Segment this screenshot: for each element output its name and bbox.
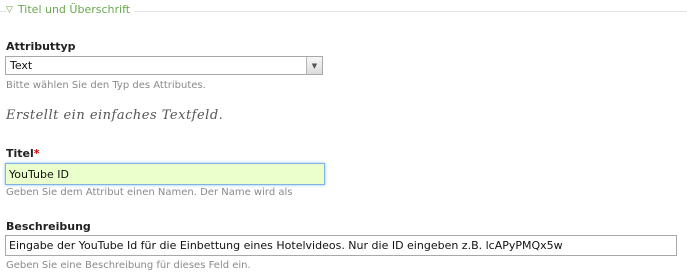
attribute-type-select[interactable]: Text ▼ — [5, 56, 323, 75]
dropdown-arrow-icon[interactable]: ▼ — [306, 57, 322, 74]
title-field-help: Geben Sie dem Attribut einen Namen. Der … — [6, 187, 293, 198]
collapse-triangle-icon[interactable]: ▽ — [6, 5, 13, 15]
fieldset-legend-label[interactable]: Titel und Überschrift — [18, 3, 130, 16]
attribute-type-label: Attributtyp — [6, 40, 76, 53]
required-asterisk: * — [33, 147, 40, 160]
title-field-label: Titel* — [6, 147, 40, 160]
attribute-type-help: Bitte wählen Sie den Typ des Attributes. — [6, 80, 206, 91]
description-field-help: Geben Sie eine Beschreibung für dieses F… — [6, 260, 251, 271]
description-input[interactable] — [5, 235, 677, 256]
title-input[interactable] — [5, 163, 325, 185]
fieldset-legend[interactable]: ▽ Titel und Überschrift — [6, 3, 135, 16]
title-label-text: Titel — [6, 147, 34, 160]
attribute-type-selected-value: Text — [10, 59, 33, 72]
description-field-label: Beschreibung — [6, 220, 91, 233]
type-note: Erstellt ein einfaches Textfeld. — [6, 108, 224, 123]
